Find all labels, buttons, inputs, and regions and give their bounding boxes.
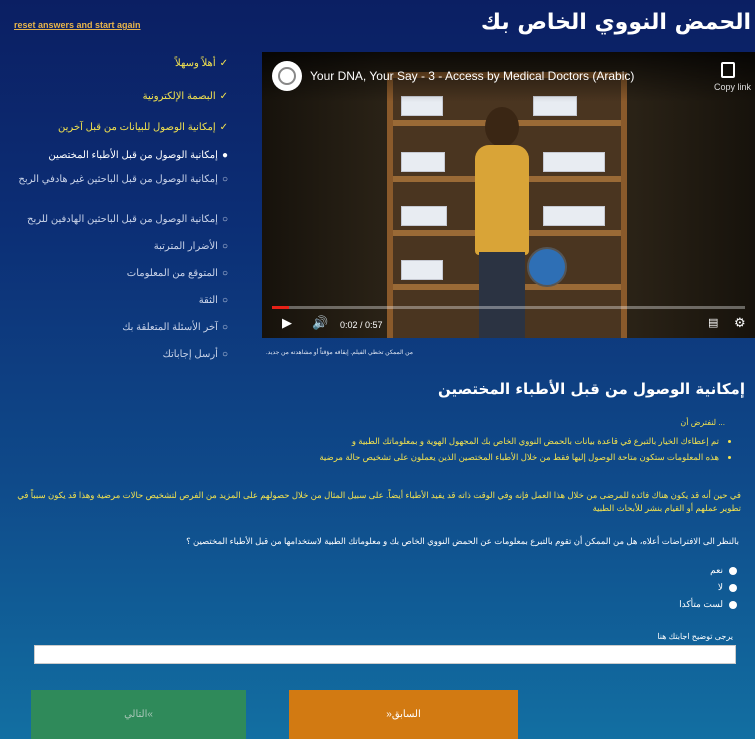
child-body [475, 145, 529, 255]
explain-label: يرجى توضيح اجابتك هنا [657, 632, 733, 641]
storage-box [543, 152, 605, 172]
reset-answers-link[interactable]: reset answers and start again [14, 20, 141, 30]
globe [527, 247, 567, 287]
circle-icon: ○ [221, 241, 228, 252]
circle-icon: ○ [221, 268, 228, 279]
video-title[interactable]: Your DNA, Your Say - 3 - Access by Medic… [310, 69, 634, 83]
list-item: تم إعطاءك الخيار بالتبرع في قاعدة بيانات… [159, 436, 719, 447]
storage-box [543, 206, 605, 226]
assumption-list: تم إعطاءك الخيار بالتبرع في قاعدة بيانات… [159, 436, 733, 468]
video-progress-fill [272, 306, 289, 309]
question-text: بالنظر الى الافتراضات أعلاه، هل من الممك… [186, 536, 739, 546]
sidebar-item-label: أرسل إجاباتك [162, 349, 218, 360]
sidebar-item-expected-info[interactable]: ○المتوقع من المعلومات [127, 268, 228, 279]
previous-button[interactable]: »السابق [289, 690, 518, 739]
sidebar-item-label: إمكانية الوصول للبيانات من قبل آخرين [58, 122, 216, 133]
bullet-icon: ● [221, 150, 228, 161]
option-label: نعم [710, 565, 723, 575]
sidebar-item-access-nonprofit-researchers[interactable]: ○إمكانية الوصول من قبل الباحثين غير هادف… [8, 172, 228, 188]
circle-icon: ○ [221, 214, 228, 225]
sidebar-item-label: آخر الأسئلة المتعلقة بك [122, 322, 218, 333]
option-label: لا [717, 582, 723, 592]
sidebar-item-final-questions[interactable]: ○آخر الأسئلة المتعلقة بك [122, 322, 228, 333]
copy-link-icon[interactable] [721, 62, 735, 78]
play-icon[interactable]: ▶ [282, 316, 292, 331]
explain-input[interactable] [34, 645, 736, 664]
sidebar-item-label: المتوقع من المعلومات [126, 268, 218, 279]
circle-icon: ○ [221, 174, 228, 185]
circle-icon: ○ [221, 295, 228, 306]
storage-box [401, 206, 447, 226]
video-caption: من الممكن تخطي الفيلم. إيقافه مؤقتاً أو … [266, 350, 413, 356]
next-button-label: التالي« [124, 709, 153, 720]
sidebar-item-label: الثقة [198, 295, 218, 306]
sidebar-item-access-profit-researchers[interactable]: ○إمكانية الوصول من قبل الباحثين الهادفين… [27, 214, 228, 225]
settings-gear-icon[interactable]: ⚙ [734, 316, 746, 331]
circle-icon: ○ [221, 349, 228, 360]
sidebar-item-label: البصمة الإلكترونية [142, 91, 216, 102]
check-icon: ✓ [219, 122, 228, 133]
radio-button[interactable] [729, 566, 737, 575]
top-bar: reset answers and start again الحمض النو… [0, 0, 755, 46]
next-button[interactable]: التالي« [31, 690, 246, 739]
sidebar-item-submit[interactable]: ○أرسل إجاباتك [163, 349, 228, 360]
sidebar-item-access-others[interactable]: ✓إمكانية الوصول للبيانات من قبل آخرين [58, 122, 228, 133]
sidebar-item-digital-fingerprint[interactable]: ✓البصمة الإلكترونية [143, 91, 228, 102]
explanation-paragraph: في حين أنه قد يكون هناك فائدة للمرضى من … [17, 490, 741, 513]
volume-icon[interactable]: 🔊 [312, 316, 328, 331]
video-time: 0:02 / 0:57 [340, 320, 383, 330]
sidebar-item-label: أهلاً وسهلاً [175, 58, 216, 69]
sidebar-item-trust[interactable]: ○الثقة [199, 295, 228, 306]
section-title: إمكانية الوصول من قبل الأطباء المختصين [438, 380, 745, 398]
sidebar-item-access-doctors[interactable]: ●إمكانية الوصول من قبل الأطباء المختصين [48, 150, 228, 161]
option-label: لست متأكدا [679, 599, 723, 609]
sidebar-item-welcome[interactable]: ✓أهلاً وسهلاً [175, 58, 228, 69]
option-not-sure[interactable]: لست متأكدا [679, 596, 737, 613]
sidebar-item-label: إمكانية الوصول من قبل الباحثين غير هادفي… [18, 174, 218, 185]
sidebar-item-harms[interactable]: ○الأضرار المترتبة [154, 241, 228, 252]
sidebar-item-label: إمكانية الوصول من قبل الباحثين الهادفين … [26, 214, 218, 225]
video-progress-bar[interactable] [272, 306, 745, 309]
storage-box [401, 152, 445, 172]
option-yes[interactable]: نعم [679, 562, 737, 579]
child-legs [479, 252, 525, 338]
sidebar-item-label: إمكانية الوصول من قبل الأطباء المختصين [48, 150, 218, 161]
child-head [485, 107, 519, 147]
radio-button[interactable] [729, 600, 737, 609]
previous-button-label: »السابق [386, 709, 421, 720]
check-icon: ✓ [219, 58, 228, 69]
storage-box [401, 260, 443, 280]
answer-options: نعم لا لست متأكدا [679, 562, 737, 613]
channel-logo-icon[interactable] [272, 61, 302, 91]
circle-icon: ○ [221, 322, 228, 333]
list-item: هذه المعلومات ستكون متاحة الوصول إليها ف… [159, 452, 719, 463]
sidebar-nav: ✓أهلاً وسهلاً ✓البصمة الإلكترونية ✓إمكان… [0, 54, 250, 374]
video-player[interactable]: Your DNA, Your Say - 3 - Access by Medic… [262, 52, 755, 338]
sidebar-item-label: الأضرار المترتبة [153, 241, 218, 252]
intro-text: ... لنفترض أن [680, 418, 725, 427]
subtitles-icon[interactable]: ▤ [708, 316, 718, 329]
page-title: الحمض النووي الخاص بك [480, 10, 751, 35]
child-figure [467, 107, 537, 338]
option-no[interactable]: لا [679, 579, 737, 596]
copy-link-label[interactable]: Copy link [714, 82, 751, 92]
check-icon: ✓ [219, 91, 228, 102]
radio-button[interactable] [729, 583, 737, 592]
